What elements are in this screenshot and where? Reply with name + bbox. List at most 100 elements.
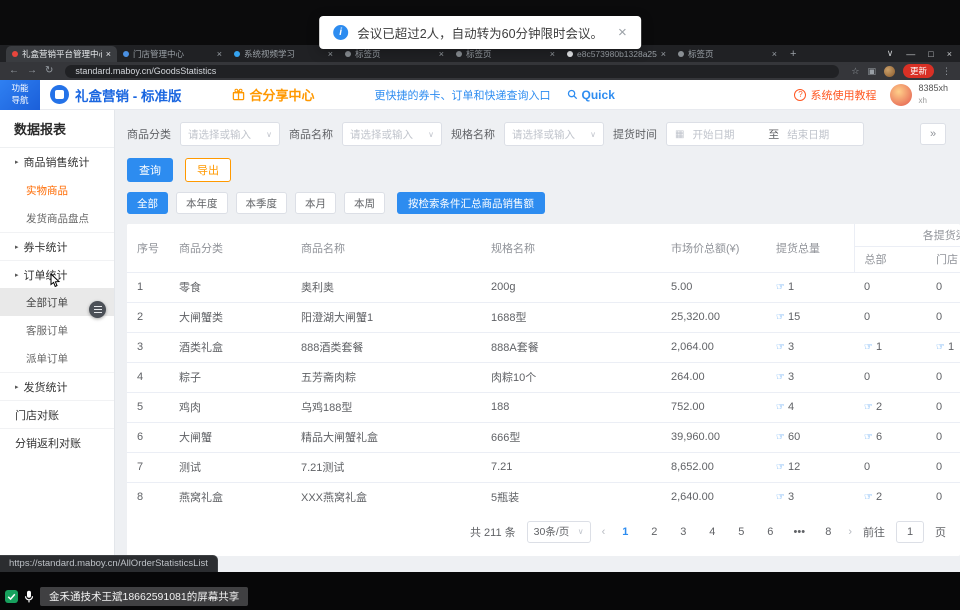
page-number-5[interactable]: 5	[732, 521, 750, 543]
quick-filter-month[interactable]: 本月	[295, 192, 336, 214]
page-number-6[interactable]: 6	[761, 521, 779, 543]
dock-handle[interactable]	[89, 301, 106, 318]
goto-page-input[interactable]	[896, 521, 924, 543]
browser-tab-gift-admin[interactable]: 礼盒营销平台管理中心 ×	[6, 46, 117, 62]
date-range-picker[interactable]: ▦ 开始日期 至 结束日期	[666, 122, 864, 146]
screen-share-line: 金禾通技术王斌18662591081的屏幕共享	[5, 587, 248, 606]
tab-close-icon[interactable]: ×	[439, 49, 444, 59]
page-number-3[interactable]: 3	[674, 521, 692, 543]
table-scroll-area[interactable]: 序号 商品分类 商品名称 规格名称 市场价总额(¥) 提货总量 各提货渠道 总部	[127, 224, 960, 507]
sidebar-item-dispatch-orders[interactable]: 派单订单	[0, 344, 114, 372]
sidebar-item-shipping-stats[interactable]: ▸ 发货统计	[0, 372, 114, 400]
browser-toolbar: ← → ↻ standard.maboy.cn/GoodsStatistics …	[0, 62, 960, 80]
range-separator: 至	[768, 126, 779, 142]
back-button[interactable]: ←	[9, 66, 19, 76]
pickup-count-icon: ☞	[776, 372, 785, 383]
pickup-count-link[interactable]: ☞3	[776, 371, 794, 383]
sidebar-item-goods-sales-stats[interactable]: ▸ 商品销售统计	[0, 148, 114, 176]
close-window-button[interactable]: ×	[947, 49, 952, 59]
tab-close-icon[interactable]: ×	[217, 49, 222, 59]
favicon	[123, 51, 129, 57]
browser-profile-avatar[interactable]	[884, 66, 895, 77]
forward-button[interactable]: →	[27, 66, 37, 76]
prev-page-button[interactable]: ‹	[602, 526, 606, 538]
pickup-count-link[interactable]: ☞15	[776, 311, 800, 323]
address-bar[interactable]: standard.maboy.cn/GoodsStatistics	[65, 65, 839, 78]
page-viewport: 功能 导航 礼盒营销 - 标准版 合分享中心 更快捷的券卡、订单和快递查询入口 …	[0, 80, 960, 572]
summary-by-criteria-button[interactable]: 按检索条件汇总商品销售额	[397, 192, 545, 214]
pickup-count-link[interactable]: ☞3	[776, 341, 794, 353]
pickup-count-link[interactable]: ☞12	[776, 461, 800, 473]
quick-search-link[interactable]: Quick	[567, 88, 615, 102]
toast-message: 会议已超过2人，自动转为60分钟限时会议。	[357, 23, 603, 42]
reload-button[interactable]: ↻	[45, 66, 53, 76]
chrome-update-chip[interactable]: 更新	[903, 64, 934, 78]
table-row: 5 鸡肉 乌鸡188型 188 752.00 ☞4 ☞2 0	[127, 392, 960, 422]
function-nav-button[interactable]: 功能 导航	[0, 80, 40, 110]
minimize-button[interactable]: —	[906, 49, 915, 59]
hq-count-link[interactable]: ☞6	[864, 431, 882, 443]
tab-close-icon[interactable]: ×	[550, 49, 555, 59]
category-select[interactable]: 请选择或输入 ∨	[180, 122, 280, 146]
page-number-4[interactable]: 4	[703, 521, 721, 543]
bookmark-star-icon[interactable]: ☆	[851, 66, 859, 77]
hq-count-link[interactable]: ☞2	[864, 401, 882, 413]
page-ellipsis[interactable]: •••	[790, 521, 808, 543]
tab-close-icon[interactable]: ×	[106, 49, 111, 59]
share-center-link[interactable]: 合分享中心	[232, 85, 315, 104]
browser-tab-7[interactable]: 标签页 ×	[672, 46, 783, 62]
hq-count-link[interactable]: ☞1	[864, 341, 882, 353]
pickup-count-link[interactable]: ☞4	[776, 401, 794, 413]
sidebar-item-store-reconciliation[interactable]: 门店对账	[0, 400, 114, 428]
page-size-select[interactable]: 30条/页 ∨	[527, 521, 591, 543]
quick-filter-all[interactable]: 全部	[127, 192, 168, 214]
sidebar-item-coupon-stats[interactable]: ▸ 券卡统计	[0, 232, 114, 260]
search-button[interactable]: 查询	[127, 158, 173, 182]
table-row: 1 零食 奥利奥 200g 5.00 ☞1 0 0	[127, 272, 960, 302]
hq-count-link[interactable]: ☞2	[864, 491, 882, 503]
page-number-2[interactable]: 2	[645, 521, 663, 543]
new-tab-button[interactable]: +	[790, 48, 796, 60]
user-menu[interactable]: 8385xh xh	[890, 83, 948, 106]
tutorial-link[interactable]: ? 系统使用教程	[794, 87, 876, 103]
toast-close-icon[interactable]: ×	[618, 25, 627, 40]
next-page-button[interactable]: ›	[848, 526, 852, 538]
pickup-count-link[interactable]: ☞60	[776, 431, 800, 443]
tab-search-icon[interactable]: ∨	[887, 48, 894, 59]
pickup-count-link[interactable]: ☞3	[776, 491, 794, 503]
name-select[interactable]: 请选择或输入 ∨	[342, 122, 442, 146]
sidebar-item-service-orders[interactable]: 客服订单	[0, 316, 114, 344]
tab-close-icon[interactable]: ×	[772, 49, 777, 59]
hq-count-icon: ☞	[864, 432, 873, 443]
pickup-count-icon: ☞	[776, 492, 785, 503]
tab-close-icon[interactable]: ×	[661, 49, 666, 59]
sidebar-item-physical-goods[interactable]: 实物商品	[0, 176, 114, 204]
quick-filter-quarter[interactable]: 本季度	[236, 192, 288, 214]
page-unit-label: 页	[935, 524, 946, 540]
collapse-panel-button[interactable]: »	[920, 123, 946, 145]
pickup-count-link[interactable]: ☞1	[776, 281, 794, 293]
sidebar: 数据报表 ▸ 商品销售统计 实物商品 发货商品盘点 ▸ 券卡统计 ▸ 订单统计	[0, 110, 115, 572]
pickup-count-icon: ☞	[776, 432, 785, 443]
browser-tab-store-admin[interactable]: 门店管理中心 ×	[117, 46, 228, 62]
export-button[interactable]: 导出	[185, 158, 231, 182]
gift-icon	[232, 88, 245, 101]
quick-filter-week[interactable]: 本周	[344, 192, 385, 214]
page-number-1[interactable]: 1	[616, 521, 634, 543]
col-group-channels: 各提货渠道	[854, 224, 960, 246]
col-pickup-total: 提货总量	[766, 224, 854, 272]
sidebar-item-order-stats[interactable]: ▸ 订单统计	[0, 260, 114, 288]
tab-close-icon[interactable]: ×	[328, 49, 333, 59]
page-number-last[interactable]: 8	[819, 521, 837, 543]
extensions-icon[interactable]: ▣	[867, 66, 876, 77]
maximize-button[interactable]: □	[928, 49, 933, 59]
quick-filter-row: 全部 本年度 本季度 本月 本周 按检索条件汇总商品销售额	[127, 192, 960, 214]
quick-filter-year[interactable]: 本年度	[176, 192, 228, 214]
browser-menu-icon[interactable]: ⋮	[942, 66, 951, 77]
spec-select[interactable]: 请选择或输入 ∨	[504, 122, 604, 146]
table-row: 2 大闸蟹类 阳澄湖大闸蟹1 1688型 25,320.00 ☞15 0 0	[127, 302, 960, 332]
chevron-down-icon: ∨	[428, 130, 434, 139]
store-count-link[interactable]: ☞1	[936, 341, 954, 353]
sidebar-item-rebate-reconciliation[interactable]: 分销返利对账	[0, 428, 114, 456]
sidebar-item-shipping-inventory[interactable]: 发货商品盘点	[0, 204, 114, 232]
